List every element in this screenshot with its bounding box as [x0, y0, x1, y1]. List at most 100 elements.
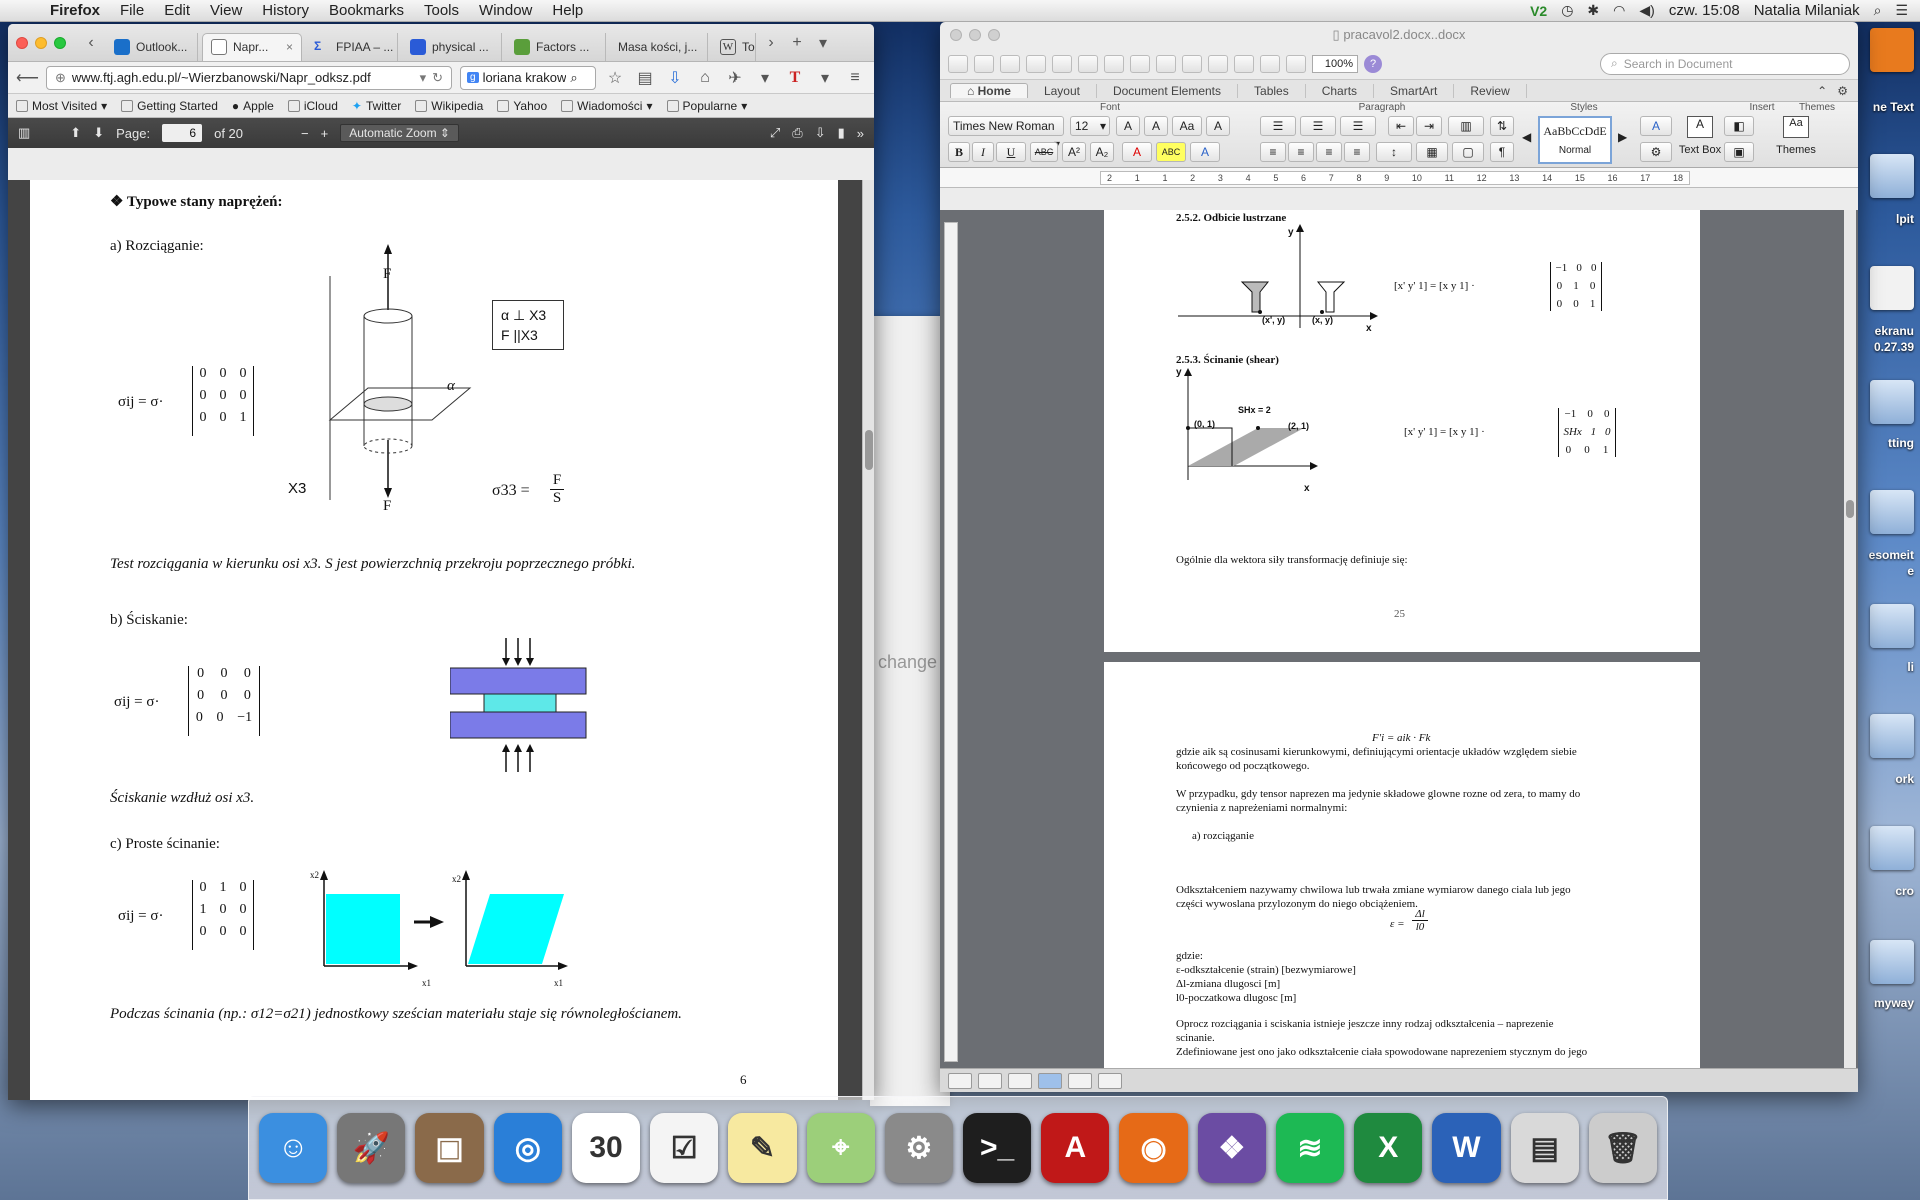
ribbon-settings-icon[interactable]: ⚙ — [1837, 84, 1848, 98]
dock-notes-icon[interactable]: ✎ — [728, 1113, 797, 1183]
reload-icon[interactable]: ↻ — [432, 70, 443, 86]
document-scrollbar[interactable] — [1844, 210, 1856, 1080]
font-color-button[interactable]: A — [1122, 142, 1152, 162]
dock-safari-icon[interactable]: ◎ — [493, 1113, 562, 1183]
shading-button[interactable]: ▦ — [1416, 142, 1448, 162]
close-tab-icon[interactable]: × — [286, 40, 293, 54]
tab-document-elements[interactable]: Document Elements — [1097, 83, 1239, 98]
url-bar[interactable]: ⊕ www.ftj.agh.edu.pl/~Wierzbanowski/Napr… — [46, 65, 452, 90]
styles-pane-button[interactable]: A — [1640, 116, 1672, 136]
redo-icon[interactable] — [1208, 54, 1228, 73]
save-icon[interactable] — [1026, 54, 1046, 73]
new-document-icon[interactable] — [948, 54, 968, 73]
format-painter-icon[interactable] — [1156, 54, 1176, 73]
shrink-font-button[interactable]: A — [1144, 116, 1168, 136]
italic-button[interactable]: I — [972, 142, 994, 162]
bullets-button[interactable]: ☰ — [1260, 116, 1296, 136]
document-page-26[interactable]: F'i = aik · Fk gdzie aik są cosinusami k… — [1104, 662, 1700, 1080]
hamburger-menu-icon[interactable]: ≡ — [844, 69, 866, 87]
downloads-icon[interactable]: ⇩ — [664, 68, 686, 88]
open-icon[interactable] — [1000, 54, 1020, 73]
borders-button[interactable]: ▢ — [1452, 142, 1484, 162]
back-icon[interactable]: ⟵ — [16, 68, 39, 88]
bookmark-wiadomosci[interactable]: Wiadomości ▾ — [561, 99, 653, 113]
desktop-file-icon[interactable] — [1870, 28, 1914, 72]
tab-physical[interactable]: physical ... — [402, 32, 502, 61]
style-normal[interactable]: AaBbCcDdE Normal — [1538, 116, 1612, 164]
highlight-button[interactable]: ABC — [1156, 142, 1186, 162]
cut-icon[interactable] — [1078, 54, 1098, 73]
desktop-label[interactable]: esomeit — [1860, 548, 1920, 562]
desktop-label[interactable]: tting — [1860, 436, 1920, 450]
time-machine-icon[interactable]: ◷ — [1561, 2, 1573, 19]
publishing-view-icon[interactable] — [1008, 1072, 1032, 1089]
dock-downloads-icon[interactable]: ▤ — [1510, 1113, 1579, 1183]
vpn-icon[interactable]: V2 — [1530, 3, 1547, 19]
dock-firefox-icon[interactable]: ◉ — [1119, 1113, 1188, 1183]
increase-indent-button[interactable]: ⇥ — [1416, 116, 1442, 136]
page-number-input[interactable]: 6 — [162, 124, 203, 142]
outline-view-icon[interactable] — [978, 1072, 1002, 1089]
templates-icon[interactable] — [974, 54, 994, 73]
bookmark-wikipedia[interactable]: Wikipedia — [415, 99, 483, 113]
align-right-button[interactable]: ≡ — [1316, 142, 1342, 162]
ribbon-collapse-icon[interactable]: ⌃ — [1817, 84, 1827, 98]
numbering-button[interactable]: ☰ — [1300, 116, 1336, 136]
underline-button[interactable]: U — [996, 142, 1026, 162]
bookmark-getting-started[interactable]: Getting Started — [121, 99, 218, 113]
document-page-25[interactable]: 2.5.2. Odbicie lustrzane y x (x', y) (x,… — [1104, 210, 1700, 652]
previous-page-icon[interactable]: ⬆ — [70, 125, 81, 141]
wifi-icon[interactable]: ◠ — [1613, 2, 1625, 19]
search-box[interactable]: g loriana krakow ⌕ — [460, 65, 596, 90]
desktop-label[interactable]: ne Text — [1860, 100, 1920, 114]
superscript-button[interactable]: A² — [1062, 142, 1086, 162]
desktop-label[interactable]: cro — [1860, 884, 1920, 898]
desktop-folder-icon[interactable] — [1870, 940, 1914, 984]
styles-next-icon[interactable]: ▶ — [1618, 130, 1627, 144]
pdf-scrollbar[interactable] — [862, 180, 874, 1100]
insert-picture-button[interactable]: ▣ — [1724, 142, 1754, 162]
desktop-label[interactable]: myway — [1860, 996, 1920, 1010]
font-size-select[interactable]: 12 ▾ — [1070, 116, 1110, 136]
tab-factors[interactable]: Factors ... — [506, 32, 606, 61]
desktop-folder-icon[interactable] — [1870, 826, 1914, 870]
tools-icon[interactable]: » — [857, 126, 864, 141]
tab-scroll-right-icon[interactable]: › — [760, 34, 782, 52]
dock-system-preferences-icon[interactable]: ⚙ — [884, 1113, 953, 1183]
text-effects-button[interactable]: A — [1190, 142, 1220, 162]
menu-history[interactable]: History — [252, 2, 319, 19]
help-icon[interactable]: ? — [1364, 54, 1382, 73]
paste-icon[interactable] — [1130, 54, 1150, 73]
dock-github-icon[interactable]: ❖ — [1197, 1113, 1266, 1183]
tab-charts[interactable]: Charts — [1306, 83, 1375, 98]
dock-acrobat-icon[interactable]: A — [1041, 1113, 1110, 1183]
background-window[interactable]: change — [870, 316, 950, 1106]
extension-icon[interactable]: ✈ — [724, 68, 746, 88]
themes-button[interactable]: Aa Themes — [1772, 116, 1820, 164]
zoom-out-icon[interactable]: − — [301, 126, 309, 141]
insert-shape-button[interactable]: ◧ — [1724, 116, 1754, 136]
dock-calendar-icon[interactable]: 30 — [571, 1113, 641, 1183]
translate-icon[interactable]: T — [784, 69, 806, 87]
subscript-button[interactable]: A₂ — [1090, 142, 1114, 162]
menu-edit[interactable]: Edit — [154, 2, 200, 19]
dock-spotify-icon[interactable]: ≋ — [1275, 1113, 1345, 1183]
bookmark-most-visited[interactable]: Most Visited ▾ — [16, 99, 107, 113]
desktop-file-icon[interactable] — [1870, 154, 1914, 198]
next-page-icon[interactable]: ⬇ — [93, 125, 104, 141]
google-search-engine-icon[interactable]: g — [467, 72, 479, 83]
font-name-select[interactable]: Times New Roman▾ — [948, 116, 1064, 151]
styles-prev-icon[interactable]: ◀ — [1522, 130, 1531, 144]
document-search-input[interactable]: ⌕ Search in Document — [1600, 52, 1850, 75]
dock-trash-icon[interactable]: 🗑 — [1588, 1113, 1657, 1183]
line-spacing-button[interactable]: ↕ — [1376, 142, 1412, 162]
menu-help[interactable]: Help — [542, 2, 593, 19]
tab-smartart[interactable]: SmartArt — [1374, 83, 1455, 98]
desktop-folder-icon[interactable] — [1870, 380, 1914, 424]
download-pdf-icon[interactable]: ⇩ — [815, 125, 826, 141]
dock-reminders-icon[interactable]: ☑ — [650, 1113, 719, 1183]
tab-home[interactable]: ⌂ Home — [950, 83, 1028, 98]
bookmark-popularne[interactable]: Popularne ▾ — [666, 99, 747, 113]
dock-word-icon[interactable]: W — [1432, 1113, 1501, 1183]
desktop-label[interactable]: e — [1860, 564, 1920, 578]
